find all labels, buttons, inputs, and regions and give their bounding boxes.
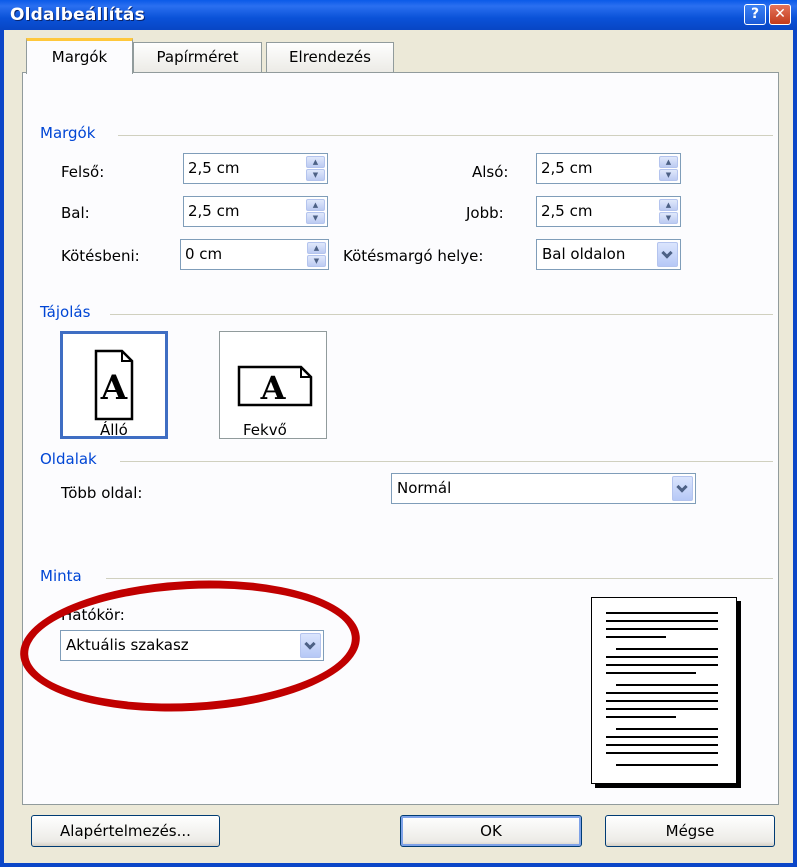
apply-to-dropdown[interactable]: Aktuális szakasz bbox=[60, 630, 324, 661]
orientation-group-rule bbox=[110, 314, 773, 315]
spin-arrows-icon[interactable]: ▲ ▼ bbox=[659, 199, 678, 224]
tab-margins[interactable]: Margók bbox=[26, 38, 133, 74]
right-margin-spinner[interactable]: 2,5 cm ▲ ▼ bbox=[536, 196, 681, 227]
multiple-pages-dropdown[interactable]: Normál bbox=[391, 473, 696, 504]
tab-paper-size[interactable]: Papírméret bbox=[133, 42, 262, 72]
svg-text:A: A bbox=[260, 369, 287, 407]
spin-arrows-icon[interactable]: ▲ ▼ bbox=[306, 199, 325, 224]
pages-group-rule bbox=[120, 461, 773, 462]
dialog-title: Oldalbeállítás bbox=[10, 5, 145, 25]
preview-group-label: Minta bbox=[40, 567, 88, 585]
spin-arrows-icon[interactable]: ▲ ▼ bbox=[306, 156, 325, 181]
page-preview-thumbnail bbox=[591, 597, 737, 784]
gutter-position-value: Bal oldalon bbox=[542, 245, 626, 263]
bottom-margin-value: 2,5 cm bbox=[541, 159, 593, 177]
svg-text:A: A bbox=[100, 368, 128, 408]
pages-group-label: Oldalak bbox=[40, 450, 103, 468]
default-button[interactable]: Alapértelmezés... bbox=[31, 815, 220, 847]
gutter-value: 0 cm bbox=[185, 245, 223, 263]
right-margin-value: 2,5 cm bbox=[541, 202, 593, 220]
title-bar[interactable]: Oldalbeállítás ? ✕ bbox=[0, 0, 797, 30]
margins-group-rule bbox=[118, 135, 773, 136]
gutter-position-dropdown[interactable]: Bal oldalon bbox=[536, 239, 681, 270]
top-margin-spinner[interactable]: 2,5 cm ▲ ▼ bbox=[183, 153, 328, 184]
bottom-margin-spinner[interactable]: 2,5 cm ▲ ▼ bbox=[536, 153, 681, 184]
cancel-button[interactable]: Mégse bbox=[605, 815, 775, 847]
top-margin-label: Felső: bbox=[61, 163, 105, 181]
multiple-pages-value: Normál bbox=[397, 479, 452, 497]
orientation-group-label: Tájolás bbox=[40, 303, 97, 321]
multiple-pages-label: Több oldal: bbox=[61, 484, 143, 502]
bottom-margin-label: Alsó: bbox=[472, 163, 509, 181]
portrait-label: Álló bbox=[100, 421, 128, 439]
dropdown-arrow-icon[interactable] bbox=[672, 476, 693, 501]
dropdown-arrow-icon[interactable] bbox=[657, 242, 678, 267]
apply-to-value: Aktuális szakasz bbox=[66, 636, 189, 654]
right-margin-label: Jobb: bbox=[466, 204, 504, 222]
left-margin-spinner[interactable]: 2,5 cm ▲ ▼ bbox=[183, 196, 328, 227]
dialog-window: Oldalbeállítás ? ✕ Margók Papírméret Elr… bbox=[0, 0, 797, 867]
close-button[interactable]: ✕ bbox=[769, 4, 791, 25]
gutter-label: Kötésbeni: bbox=[61, 247, 140, 265]
portrait-page-icon: A bbox=[94, 349, 134, 421]
preview-group-rule bbox=[106, 578, 773, 579]
landscape-label: Fekvő bbox=[243, 421, 287, 439]
help-button[interactable]: ? bbox=[744, 4, 766, 25]
dropdown-arrow-icon[interactable] bbox=[300, 633, 321, 658]
apply-to-label: Hatókör: bbox=[61, 606, 125, 624]
left-margin-value: 2,5 cm bbox=[188, 202, 240, 220]
ok-button[interactable]: OK bbox=[400, 815, 582, 847]
tab-layout[interactable]: Elrendezés bbox=[266, 42, 394, 72]
top-margin-value: 2,5 cm bbox=[188, 159, 240, 177]
gutter-spinner[interactable]: 0 cm ▲ ▼ bbox=[180, 239, 329, 270]
spin-arrows-icon[interactable]: ▲ ▼ bbox=[307, 242, 326, 267]
gutter-position-label: Kötésmargó helye: bbox=[343, 247, 484, 265]
spin-arrows-icon[interactable]: ▲ ▼ bbox=[659, 156, 678, 181]
margins-group-label: Margók bbox=[40, 124, 102, 142]
left-margin-label: Bal: bbox=[61, 204, 90, 222]
